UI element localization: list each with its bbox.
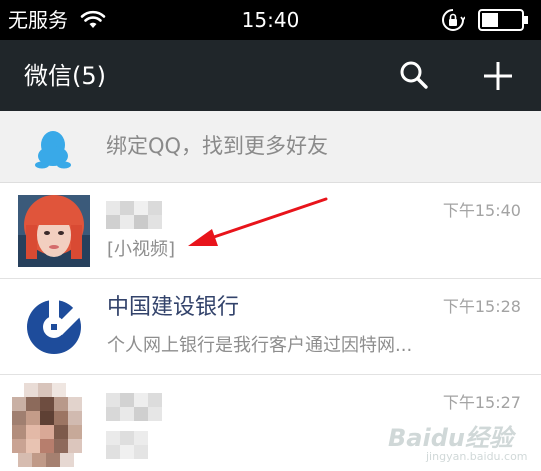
bind-qq-banner[interactable]: 绑定QQ，找到更多好友 bbox=[0, 111, 541, 183]
qq-penguin-icon bbox=[35, 131, 71, 169]
watermark-text: Baidu经验 bbox=[388, 424, 513, 452]
search-icon[interactable] bbox=[399, 60, 429, 90]
chat-row[interactable]: 中国建设银行 个人网上银行是我行客户通过因特网... 下午15:28 bbox=[0, 279, 541, 375]
status-bar: 无服务 15:40 bbox=[0, 0, 541, 40]
preview-blurred bbox=[106, 431, 152, 459]
name-blurred bbox=[106, 201, 166, 229]
ccb-logo-icon bbox=[18, 291, 90, 363]
name-blurred bbox=[106, 393, 166, 421]
chat-preview: [小视频] bbox=[107, 239, 176, 260]
battery-icon bbox=[478, 9, 528, 31]
avatar bbox=[12, 383, 90, 467]
chat-time: 下午15:27 bbox=[442, 393, 521, 412]
watermark: Baidu经验 jingyan.baidu.com bbox=[388, 418, 538, 468]
bind-qq-text: 绑定QQ，找到更多好友 bbox=[106, 134, 329, 158]
avatar bbox=[18, 195, 90, 267]
chat-time: 下午15:40 bbox=[442, 201, 521, 220]
watermark-sub: jingyan.baidu.com bbox=[426, 450, 528, 463]
rotation-lock-icon bbox=[442, 9, 465, 31]
chat-name: 中国建设银行 bbox=[107, 295, 240, 320]
page-title: 微信(5) bbox=[24, 62, 106, 90]
title-bar: 微信(5) bbox=[0, 40, 541, 111]
chat-row[interactable]: [小视频] 下午15:40 bbox=[0, 183, 541, 279]
chat-time: 下午15:28 bbox=[442, 297, 521, 316]
chat-preview: 个人网上银行是我行客户通过因特网... bbox=[107, 335, 413, 356]
plus-icon[interactable] bbox=[482, 60, 514, 92]
